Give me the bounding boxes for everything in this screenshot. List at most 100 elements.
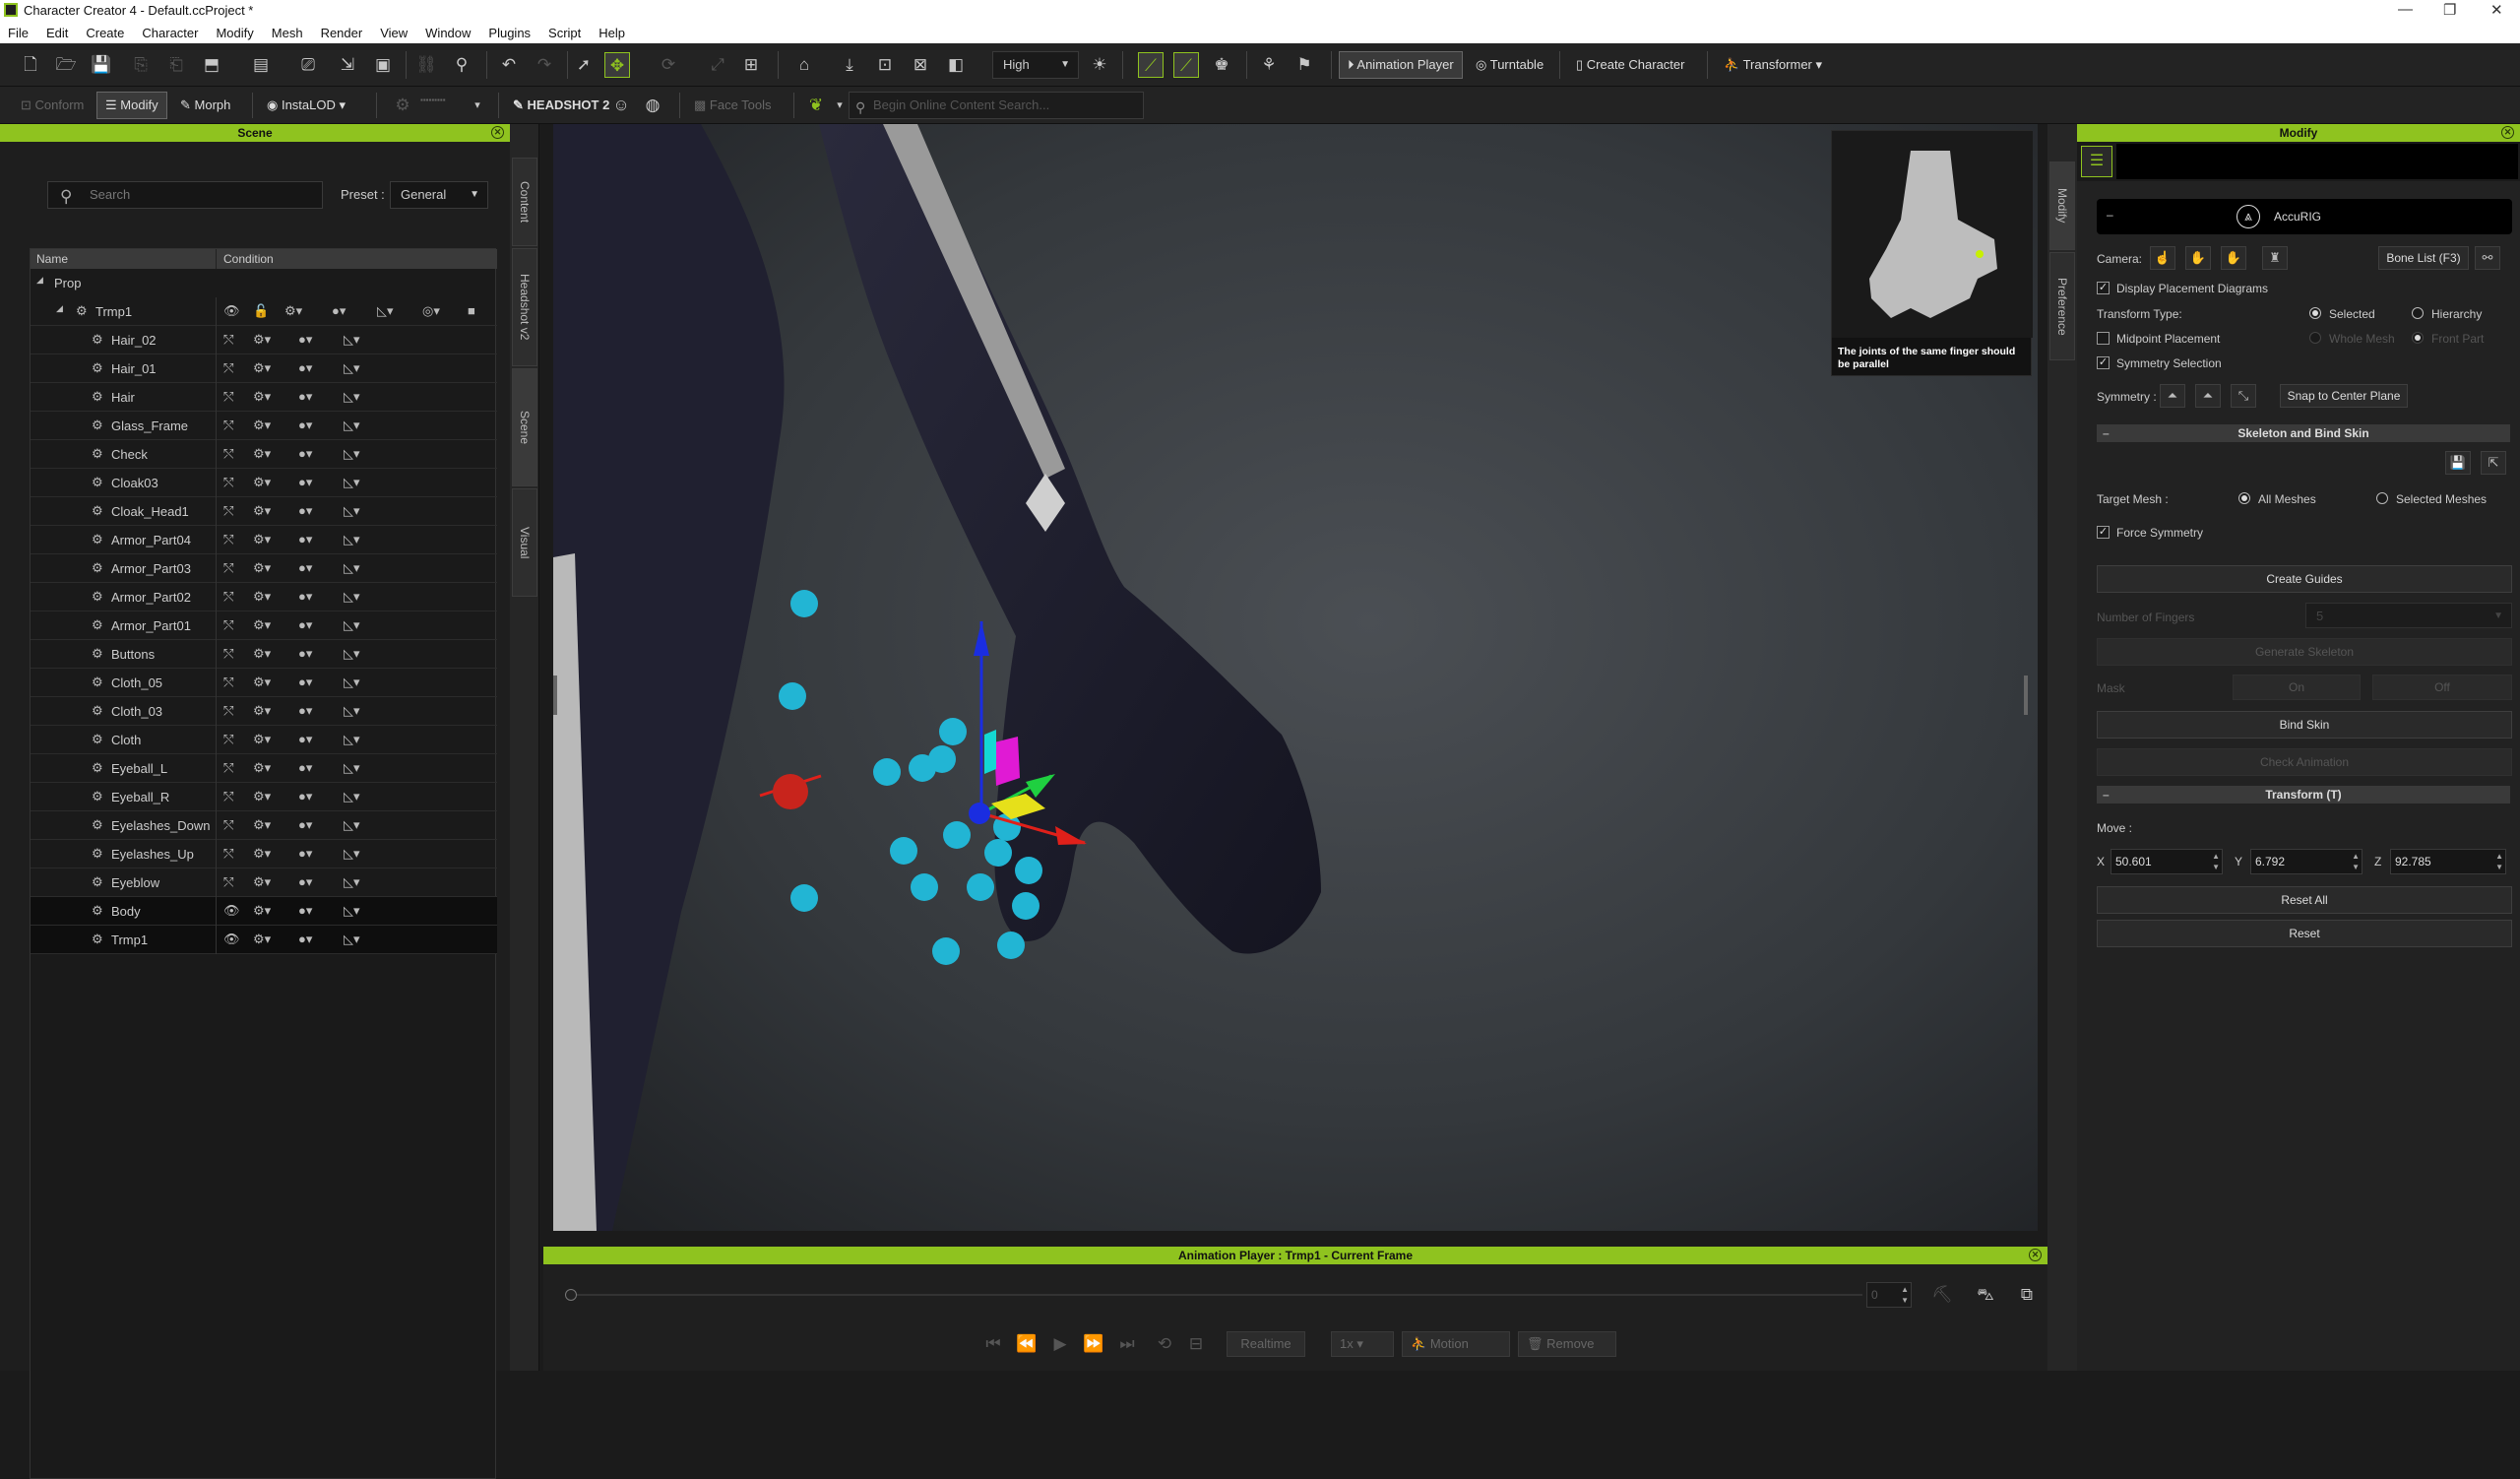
fit-down-icon[interactable]: ⤓ — [837, 52, 862, 78]
cast-shadow-icon[interactable]: ⚙▾ — [253, 703, 271, 719]
render-icon[interactable]: ◺▾ — [344, 418, 360, 433]
quality-dropdown[interactable]: High ▼ — [992, 51, 1079, 79]
collapse-minus-icon[interactable]: – — [2107, 208, 2113, 222]
visibility-toggle-icon[interactable]: ⤲ — [223, 446, 233, 462]
tree-row-group[interactable]: ◢ ⚙ Trmp1 👁 🔓 ⚙▾ ●▾ ◺▾ ◎▾ ■ — [31, 297, 497, 326]
bone-display-icon[interactable]: ⟋ — [1138, 52, 1164, 78]
table-row[interactable]: ⚙ Hair_01 ⤲ ⚙▾ ●▾ ◺▾ — [31, 354, 497, 383]
camera-icon[interactable]: ⎚ — [295, 52, 321, 78]
flag-icon[interactable]: ⚑ — [1292, 52, 1317, 78]
render-icon[interactable]: ◺▾ — [344, 846, 360, 862]
visibility-toggle-icon[interactable]: ⤲ — [223, 617, 233, 633]
tab-content[interactable]: Content — [512, 158, 537, 246]
visibility-toggle-icon[interactable]: ⤲ — [223, 418, 233, 433]
cast-shadow-icon[interactable]: ⚙▾ — [253, 560, 271, 576]
3d-viewport[interactable]: The joints of the same finger should be … — [553, 124, 2038, 1231]
eye-icon[interactable]: 👁 — [223, 932, 240, 947]
skeleton-section-header[interactable]: – Skeleton and Bind Skin — [2097, 424, 2510, 442]
bone-edit-icon[interactable]: ⟋ — [1173, 52, 1199, 78]
render-icon[interactable]: ◺▾ — [344, 789, 360, 804]
bone-list-button[interactable]: Bone List (F3) — [2378, 246, 2469, 270]
table-row[interactable]: ⚙ Armor_Part03 ⤲ ⚙▾ ●▾ ◺▾ — [31, 554, 497, 583]
cast-shadow-icon[interactable]: ⚙▾ — [253, 617, 271, 633]
render-icon[interactable]: ◺▾ — [344, 760, 360, 776]
frame-input[interactable]: 0 ▲ ▼ — [1866, 1282, 1912, 1308]
cast-shadow-icon[interactable]: ⚙▾ — [253, 903, 271, 919]
collapse-icon[interactable]: ◢ — [56, 303, 63, 314]
redo-icon[interactable]: ↷ — [532, 52, 557, 78]
receive-shadow-icon[interactable]: ●▾ — [332, 303, 346, 319]
receive-shadow-icon[interactable]: ●▾ — [298, 360, 312, 376]
transformer-button[interactable]: ⛹ Transformer ▾ — [1715, 51, 1831, 79]
cast-shadow-icon[interactable]: ⚙▾ — [253, 789, 271, 804]
spin-arrows-icon[interactable]: ▲ ▼ — [2212, 851, 2220, 872]
plant-icon[interactable]: ❦ — [803, 93, 829, 118]
symmetry-left-icon[interactable]: ⏶ — [2160, 384, 2185, 408]
record-icon[interactable]: ⛍ — [1973, 1282, 1998, 1308]
receive-shadow-icon[interactable]: ●▾ — [298, 675, 312, 690]
menu-edit[interactable]: Edit — [46, 26, 68, 40]
pivot-icon[interactable]: ⊞ — [738, 52, 764, 78]
render-icon[interactable]: ◺▾ — [344, 560, 360, 576]
render-icon[interactable]: ◺▾ — [344, 617, 360, 633]
sliders-icon[interactable]: ☰ — [2081, 146, 2112, 177]
maximize-button[interactable]: ❐ — [2443, 1, 2456, 19]
menu-file[interactable]: File — [8, 26, 29, 40]
table-row[interactable]: ⚙ Cloth ⤲ ⚙▾ ●▾ ◺▾ — [31, 726, 497, 754]
move-y-input[interactable]: 6.792 ▲ ▼ — [2250, 849, 2362, 874]
target-icon[interactable]: ◎▾ — [422, 303, 440, 319]
num-fingers-dropdown[interactable]: 5 ▼ — [2305, 603, 2512, 628]
receive-shadow-icon[interactable]: ●▾ — [298, 817, 312, 833]
receive-shadow-icon[interactable]: ●▾ — [298, 789, 312, 804]
cast-shadow-icon[interactable]: ⚙▾ — [253, 360, 271, 376]
conform-button[interactable]: ⊡ Conform — [12, 92, 93, 119]
spin-arrows-icon[interactable]: ▲ ▼ — [2352, 851, 2360, 872]
menu-view[interactable]: View — [380, 26, 408, 40]
table-row[interactable]: ⚙ Cloth_05 ⤲ ⚙▾ ●▾ ◺▾ — [31, 669, 497, 697]
col-name-header[interactable]: Name — [36, 252, 68, 266]
receive-shadow-icon[interactable]: ●▾ — [298, 932, 312, 947]
receive-shadow-icon[interactable]: ●▾ — [298, 503, 312, 519]
snap-center-button[interactable]: Snap to Center Plane — [2280, 384, 2408, 408]
spin-arrows-icon[interactable]: ▲ ▼ — [2495, 851, 2503, 872]
visibility-toggle-icon[interactable]: ⤲ — [223, 332, 233, 348]
render-icon[interactable]: ◺▾ — [344, 732, 360, 747]
tab-visual[interactable]: Visual — [512, 488, 537, 597]
tab-scene[interactable]: Scene — [512, 368, 537, 486]
receive-shadow-icon[interactable]: ●▾ — [298, 760, 312, 776]
skip-end-icon[interactable]: ⏭ — [1114, 1331, 1140, 1357]
remove-button[interactable]: 🗑 Remove — [1518, 1331, 1616, 1357]
camera-hand-back-icon[interactable]: ✋ — [2221, 246, 2246, 270]
create-character-button[interactable]: ▯ Create Character — [1567, 51, 1693, 79]
render-icon[interactable]: ◺▾ — [344, 703, 360, 719]
menu-plugins[interactable]: Plugins — [488, 26, 531, 40]
render-icon[interactable]: ◺▾ — [344, 446, 360, 462]
visibility-toggle-icon[interactable]: ⤲ — [223, 874, 233, 890]
menu-window[interactable]: Window — [425, 26, 471, 40]
whole-mesh-radio[interactable] — [2309, 332, 2321, 344]
visibility-toggle-icon[interactable]: ⤲ — [223, 560, 233, 576]
cast-shadow-icon[interactable]: ⚙▾ — [253, 332, 271, 348]
cast-shadow-icon[interactable]: ⚙▾ — [253, 932, 271, 947]
range-icon[interactable]: ⊟ — [1183, 1331, 1209, 1357]
table-row[interactable]: ⚙ Cloth_03 ⤲ ⚙▾ ●▾ ◺▾ — [31, 697, 497, 726]
tab-preference[interactable]: Preference — [2049, 252, 2075, 360]
table-row[interactable]: ⚙ Eyelashes_Up ⤲ ⚙▾ ●▾ ◺▾ — [31, 840, 497, 868]
home-icon[interactable]: ⌂ — [791, 52, 817, 78]
online-search-input[interactable]: ⚲ Begin Online Content Search... — [849, 92, 1144, 119]
camera-front-icon[interactable]: ☝ — [2150, 246, 2175, 270]
visibility-toggle-icon[interactable]: ⤲ — [223, 646, 233, 662]
render-icon[interactable]: ◺▾ — [344, 475, 360, 490]
visibility-toggle-icon[interactable]: ⤲ — [223, 360, 233, 376]
skip-start-icon[interactable]: ⏮ — [980, 1331, 1006, 1357]
load-skeleton-icon[interactable]: ⇱ — [2481, 451, 2506, 475]
col-condition-header[interactable]: Condition — [223, 252, 274, 266]
generate-skeleton-button[interactable]: Generate Skeleton — [2097, 638, 2512, 666]
menu-script[interactable]: Script — [548, 26, 581, 40]
bind-skin-button[interactable]: Bind Skin — [2097, 711, 2512, 739]
frame-icon[interactable]: ⊡ — [872, 52, 898, 78]
table-row[interactable]: ⚙ Eyeball_R ⤲ ⚙▾ ●▾ ◺▾ — [31, 783, 497, 811]
import-icon[interactable]: ⎘ — [128, 52, 154, 78]
spin-arrows-icon[interactable]: ▲ ▼ — [1901, 1284, 1909, 1306]
receive-shadow-icon[interactable]: ●▾ — [298, 617, 312, 633]
